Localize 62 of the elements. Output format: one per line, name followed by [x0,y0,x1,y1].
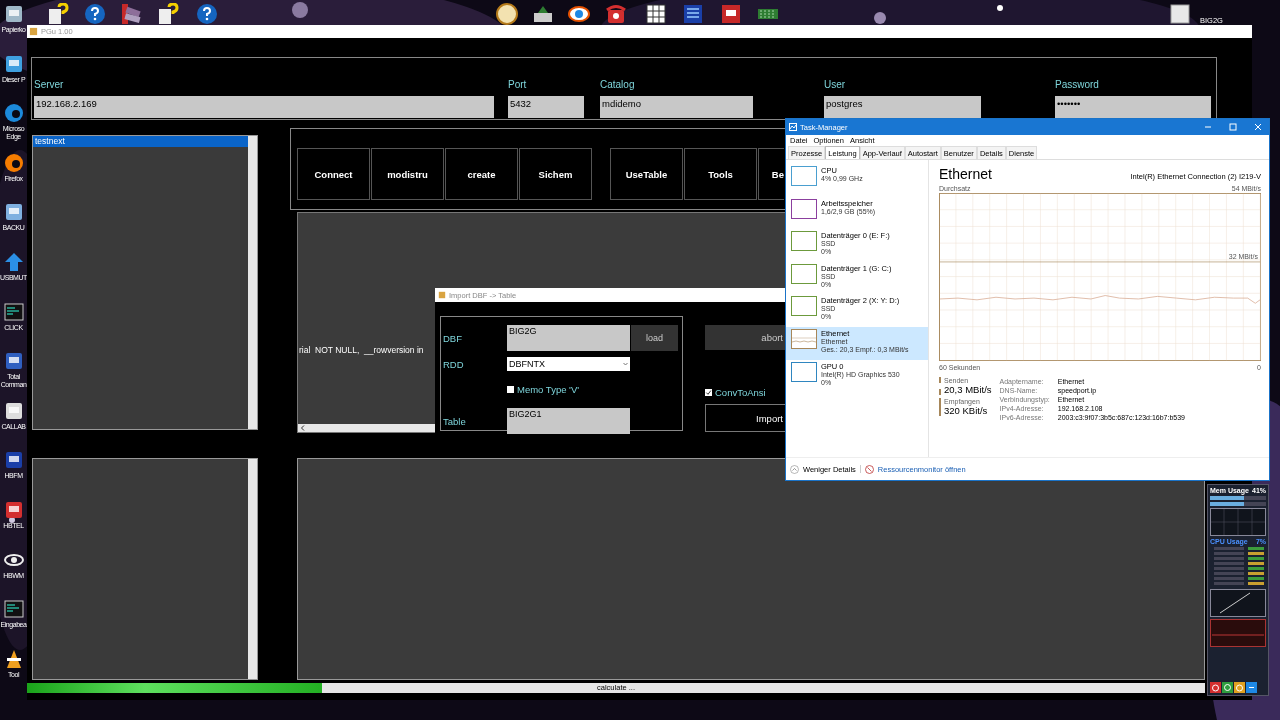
list-item[interactable]: testnext [33,136,248,147]
usage-bar [1210,502,1266,506]
history-graph [1210,589,1266,617]
input-field[interactable]: postgres [824,96,981,118]
abort-button[interactable]: abort [705,325,785,350]
input-field[interactable]: BIG2G1 [507,408,630,434]
toolbar-button[interactable]: Be [758,148,784,200]
document-icon[interactable] [157,3,179,25]
scrollbar[interactable] [248,136,257,429]
caret-icon [623,362,628,366]
toolbar-button[interactable]: Tools [684,148,757,200]
terminal-icon[interactable] [2,300,25,323]
input-field[interactable]: mdidemo [600,96,753,118]
usage-bar [1210,496,1266,500]
toolbar-button[interactable]: Sichem [519,148,592,200]
app-icon[interactable] [1170,4,1190,24]
logout-icon[interactable] [1246,682,1257,693]
field-label: Port [508,78,527,92]
app-icon[interactable] [720,3,742,25]
field-label: Catalog [600,78,635,92]
input-field[interactable]: BIG2G [507,325,630,351]
power-icon[interactable] [1210,682,1221,693]
import-button[interactable]: Import [705,404,785,432]
checkbox-label: Memo Type 'V' [517,384,580,395]
power-graph [1210,619,1266,647]
chart-icon [789,123,797,131]
input-field[interactable]: 5432 [508,96,584,118]
field-label: Password [1055,78,1099,92]
field-label: Server [34,78,64,92]
books-icon[interactable] [120,3,142,25]
toolbar-button[interactable]: Connect [297,148,370,200]
field-label: RDD [442,358,465,370]
checkbox-label: ConvToAnsi [715,387,766,398]
field-label: User [824,78,846,92]
input-field[interactable]: 192.168.2.169 [34,96,494,118]
app-icon [29,27,38,36]
dropdown[interactable]: DBFNTX [507,357,630,371]
toolbar-button[interactable]: create [445,148,518,200]
stat-value: 20,3 MBit/s [944,384,992,395]
refresh-icon[interactable] [1222,682,1233,693]
document-icon[interactable] [47,3,69,25]
app-icon [438,291,446,299]
field-label: Table [442,415,467,427]
load-button[interactable]: load [631,325,678,351]
gauge-icon [864,464,874,474]
scrollbar[interactable] [248,459,257,679]
field-label: DBF [442,332,463,344]
panel-title: Ethernet [939,166,992,182]
help-icon[interactable] [196,3,218,25]
input-field[interactable]: ••••••• [1055,96,1211,118]
history-graph [1210,508,1266,536]
log-text: rial NOT NULL, __rowversion in [299,345,424,355]
app-icon[interactable] [682,3,704,25]
phone-icon[interactable] [605,3,627,25]
eye-icon[interactable] [568,3,590,25]
terminal-icon[interactable] [2,598,25,621]
app-icon[interactable] [2,151,25,174]
toolbar-button[interactable]: modistru [371,148,444,200]
toolbar-button[interactable]: UseTable [610,148,683,200]
help-icon[interactable] [84,3,106,25]
stat-value: 320 KBit/s [944,405,989,416]
checkbox[interactable] [705,389,712,396]
